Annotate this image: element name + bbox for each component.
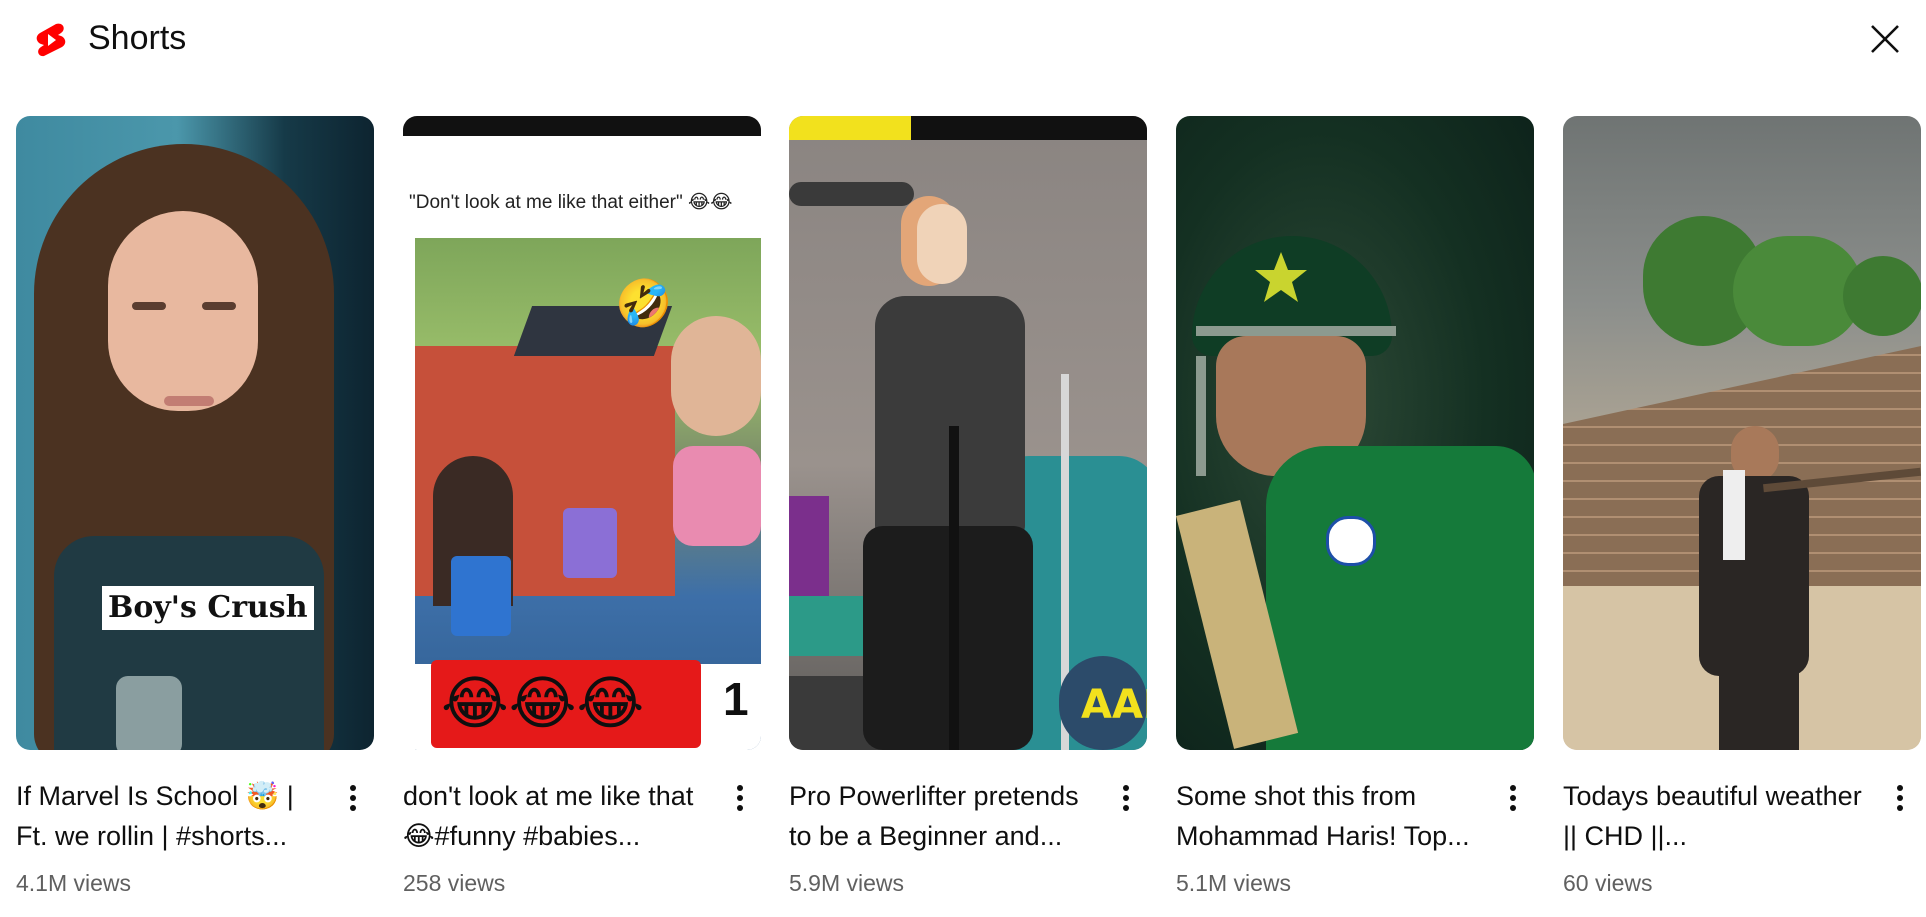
youtube-shorts-logo-icon <box>36 23 66 57</box>
more-options-icon[interactable] <box>338 778 368 818</box>
short-thumbnail[interactable] <box>1563 116 1921 750</box>
close-icon[interactable] <box>1866 20 1904 58</box>
short-title[interactable]: don't look at me like that 😂#funny #babi… <box>403 776 703 856</box>
thumbnail-overlay-number: 1 <box>723 673 749 725</box>
short-card[interactable]: Todays beautiful weather || CHD ||... 60… <box>1563 116 1921 896</box>
more-options-icon[interactable] <box>1885 778 1915 818</box>
section-title: Shorts <box>88 19 187 57</box>
short-title[interactable]: Some shot this from Mohammad Haris! Top.… <box>1176 776 1476 856</box>
short-title[interactable]: If Marvel Is School 🤯 | Ft. we rollin | … <box>16 776 316 856</box>
thumbnail-caption: "Don't look at me like that either" 😂😂 <box>409 192 733 213</box>
view-count: 258 views <box>403 870 506 896</box>
short-thumbnail[interactable] <box>1176 116 1534 750</box>
short-card[interactable]: Some shot this from Mohammad Haris! Top.… <box>1176 116 1534 896</box>
short-card[interactable]: Boy's Crush If Marvel Is School 🤯 | Ft. … <box>16 116 374 896</box>
short-title[interactable]: Pro Powerlifter pretends to be a Beginne… <box>789 776 1089 856</box>
view-count: 4.1M views <box>16 870 132 896</box>
more-options-icon[interactable] <box>1111 778 1141 818</box>
view-count: 5.9M views <box>789 870 905 896</box>
laughing-emoji-icon: 😂😂😂 <box>441 669 645 737</box>
thumbnail-overlay-text: AAR <box>1081 682 1147 728</box>
view-count: 5.1M views <box>1176 870 1292 896</box>
view-count: 60 views <box>1563 870 1653 896</box>
short-title[interactable]: Todays beautiful weather || CHD ||... <box>1563 776 1863 856</box>
short-card[interactable]: "Don't look at me like that either" 😂😂 😂… <box>403 116 761 896</box>
thumbnail-overlay-text: Boy's Crush <box>102 586 314 630</box>
short-card[interactable]: AAR Pro Powerlifter pretends to be a Beg… <box>789 116 1147 896</box>
more-options-icon[interactable] <box>725 778 755 818</box>
more-options-icon[interactable] <box>1498 778 1528 818</box>
short-thumbnail[interactable]: "Don't look at me like that either" 😂😂 😂… <box>403 116 761 750</box>
star-emblem-icon <box>1255 252 1307 302</box>
short-thumbnail[interactable]: AAR <box>789 116 1147 750</box>
short-thumbnail[interactable]: Boy's Crush <box>16 116 374 750</box>
rolling-laughing-emoji-icon: 🤣 <box>615 276 673 330</box>
shorts-header: Shorts <box>0 0 1926 80</box>
